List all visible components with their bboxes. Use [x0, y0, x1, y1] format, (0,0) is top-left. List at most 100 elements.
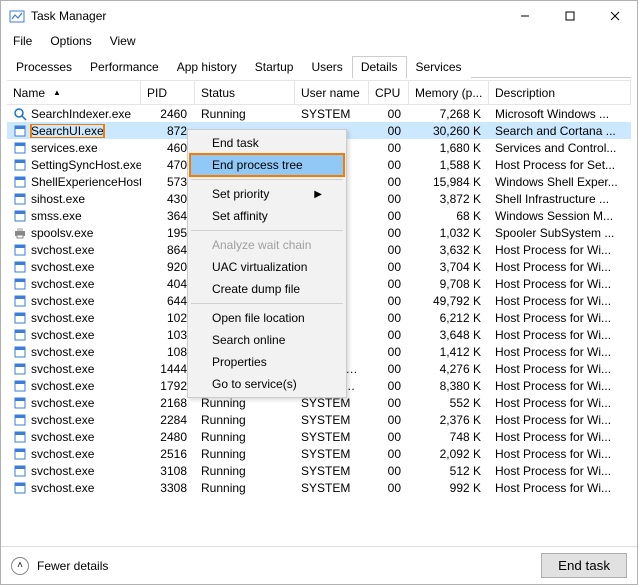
context-menu-search-online[interactable]: Search online — [190, 329, 344, 351]
cell-name: svchost.exe — [7, 430, 141, 444]
cell-cpu: 00 — [369, 362, 409, 376]
col-name[interactable]: Name▲ — [7, 81, 141, 104]
process-name: svchost.exe — [31, 481, 94, 495]
col-memory[interactable]: Memory (p... — [409, 81, 489, 104]
col-user[interactable]: User name — [295, 81, 369, 104]
context-menu-end-process-tree[interactable]: End process tree — [190, 154, 344, 176]
fewer-details-toggle[interactable]: ˄ Fewer details — [11, 557, 108, 575]
cell-cpu: 00 — [369, 311, 409, 325]
process-name: svchost.exe — [31, 345, 94, 359]
cell-status: Running — [195, 481, 295, 495]
process-name: svchost.exe — [31, 260, 94, 274]
cell-cpu: 00 — [369, 481, 409, 495]
cell-name: svchost.exe — [7, 294, 141, 308]
context-menu-uac-virtualization[interactable]: UAC virtualization — [190, 256, 344, 278]
cell-cpu: 00 — [369, 124, 409, 138]
cell-memory: 2,376 K — [409, 413, 489, 427]
process-name: svchost.exe — [31, 328, 94, 342]
maximize-button[interactable] — [547, 1, 592, 31]
cell-memory: 15,984 K — [409, 175, 489, 189]
submenu-arrow-icon: ▶ — [314, 189, 322, 200]
cell-description: Host Process for Wi... — [489, 345, 631, 359]
tab-services[interactable]: Services — [407, 56, 471, 78]
menu-file[interactable]: File — [5, 32, 40, 50]
cell-description: Services and Control... — [489, 141, 631, 155]
cell-cpu: 00 — [369, 294, 409, 308]
cell-name: svchost.exe — [7, 260, 141, 274]
cell-description: Spooler SubSystem ... — [489, 226, 631, 240]
close-button[interactable] — [592, 1, 637, 31]
menu-view[interactable]: View — [102, 32, 144, 50]
cell-memory: 4,276 K — [409, 362, 489, 376]
context-menu-analyze-wait-chain: Analyze wait chain — [190, 234, 344, 256]
table-row[interactable]: svchost.exe3308RunningSYSTEM00992 KHost … — [7, 479, 631, 496]
context-menu-open-file-location[interactable]: Open file location — [190, 307, 344, 329]
process-icon — [13, 209, 27, 223]
context-menu-item-label: End task — [212, 136, 259, 150]
tab-app-history[interactable]: App history — [168, 56, 246, 78]
context-menu-create-dump-file[interactable]: Create dump file — [190, 278, 344, 300]
col-pid[interactable]: PID — [141, 81, 195, 104]
table-row[interactable]: SearchIndexer.exe2460RunningSYSTEM007,26… — [7, 105, 631, 122]
tab-users[interactable]: Users — [302, 56, 351, 78]
cell-memory: 1,588 K — [409, 158, 489, 172]
context-menu-separator — [191, 179, 343, 180]
table-row[interactable]: svchost.exe2284RunningSYSTEM002,376 KHos… — [7, 411, 631, 428]
process-icon — [13, 158, 27, 172]
cell-cpu: 00 — [369, 328, 409, 342]
cell-cpu: 00 — [369, 226, 409, 240]
process-name: svchost.exe — [31, 396, 94, 410]
context-menu-go-to-service-s-[interactable]: Go to service(s) — [190, 373, 344, 395]
process-icon — [13, 141, 27, 155]
context-menu-item-label: Analyze wait chain — [212, 238, 311, 252]
table-row[interactable]: svchost.exe2516RunningSYSTEM002,092 KHos… — [7, 445, 631, 462]
task-manager-window: Task Manager File Options View Processes… — [0, 0, 638, 585]
col-cpu[interactable]: CPU — [369, 81, 409, 104]
cell-pid: 2480 — [141, 430, 195, 444]
tab-details[interactable]: Details — [352, 56, 407, 78]
col-description[interactable]: Description — [489, 81, 631, 104]
cell-name: svchost.exe — [7, 277, 141, 291]
cell-description: Windows Session M... — [489, 209, 631, 223]
cell-description: Host Process for Wi... — [489, 260, 631, 274]
cell-description: Host Process for Wi... — [489, 379, 631, 393]
cell-description: Host Process for Wi... — [489, 362, 631, 376]
process-name: svchost.exe — [31, 379, 94, 393]
col-status[interactable]: Status — [195, 81, 295, 104]
context-menu-separator — [191, 230, 343, 231]
menu-options[interactable]: Options — [42, 32, 99, 50]
table-row[interactable]: svchost.exe3108RunningSYSTEM00512 KHost … — [7, 462, 631, 479]
end-task-button[interactable]: End task — [541, 553, 627, 578]
process-icon — [13, 294, 27, 308]
cell-pid: 2284 — [141, 413, 195, 427]
minimize-button[interactable] — [502, 1, 547, 31]
tab-startup[interactable]: Startup — [246, 56, 303, 78]
context-menu-item-label: Search online — [212, 333, 285, 347]
cell-cpu: 00 — [369, 447, 409, 461]
cell-name: svchost.exe — [7, 481, 141, 495]
tab-strip: ProcessesPerformanceApp historyStartupUs… — [7, 55, 631, 78]
context-menu-item-label: Go to service(s) — [212, 377, 297, 391]
context-menu-end-task[interactable]: End task — [190, 132, 344, 154]
window-controls — [502, 1, 637, 31]
tab-processes[interactable]: Processes — [7, 56, 81, 78]
tab-performance[interactable]: Performance — [81, 56, 168, 78]
cell-memory: 30,260 K — [409, 124, 489, 138]
cell-cpu: 00 — [369, 464, 409, 478]
context-menu-separator — [191, 303, 343, 304]
cell-name: svchost.exe — [7, 362, 141, 376]
footer: ˄ Fewer details End task — [1, 546, 637, 584]
context-menu-set-affinity[interactable]: Set affinity — [190, 205, 344, 227]
cell-cpu: 00 — [369, 379, 409, 393]
context-menu: End task End process tree Set priority▶Set… — [187, 129, 347, 398]
process-icon — [13, 447, 27, 461]
table-row[interactable]: svchost.exe2480RunningSYSTEM00748 KHost … — [7, 428, 631, 445]
context-menu-properties[interactable]: Properties — [190, 351, 344, 373]
process-name: smss.exe — [31, 209, 82, 223]
cell-status: Running — [195, 430, 295, 444]
process-icon — [13, 481, 27, 495]
context-menu-item-label: UAC virtualization — [212, 260, 307, 274]
context-menu-set-priority[interactable]: Set priority▶ — [190, 183, 344, 205]
cell-name: svchost.exe — [7, 379, 141, 393]
process-name: sihost.exe — [31, 192, 85, 206]
